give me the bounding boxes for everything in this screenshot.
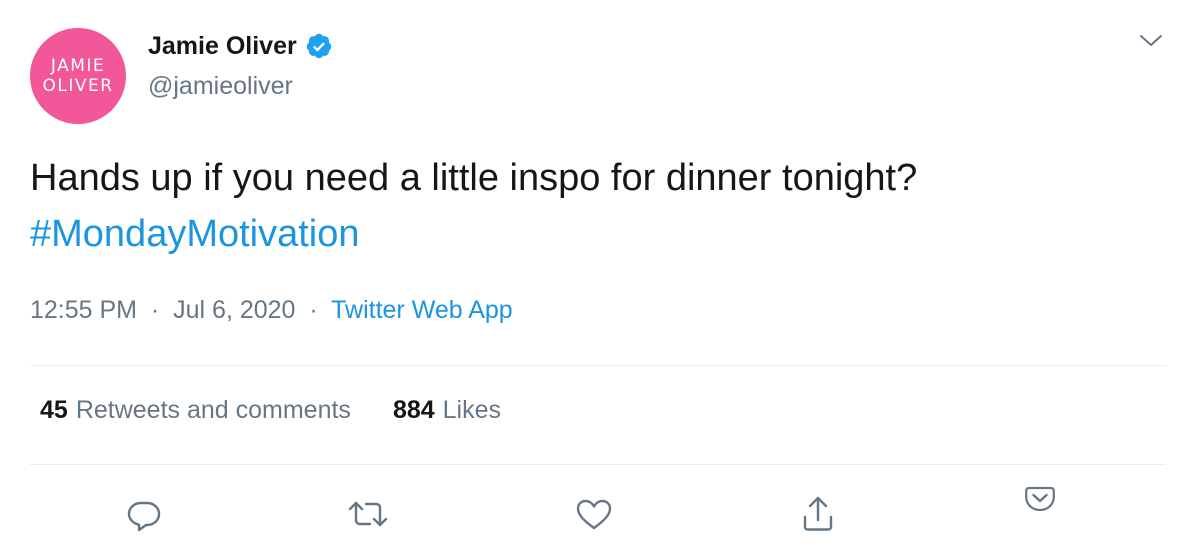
meta-separator: · (302, 296, 325, 324)
share-icon (803, 496, 833, 531)
divider (30, 365, 1166, 366)
likes-label: Likes (442, 396, 502, 424)
like-button[interactable] (572, 492, 616, 536)
likes-count: 884 (392, 396, 435, 424)
heart-icon (576, 499, 612, 530)
author-name-row[interactable]: Jamie Oliver (148, 28, 333, 64)
reply-icon (127, 501, 161, 532)
verified-badge-icon (306, 33, 331, 59)
avatar-text-line1: JAMIE (50, 56, 106, 76)
tweet-card: JAMIE OLIVER Jamie Oliver @jamieoliver H… (0, 0, 1192, 556)
chevron-down-icon[interactable] (1138, 30, 1164, 50)
retweet-button[interactable] (346, 492, 390, 536)
hashtag-link[interactable]: #MondayMotivation (30, 206, 1160, 262)
retweet-icon (348, 501, 388, 527)
reply-button[interactable] (122, 492, 166, 536)
pocket-button[interactable] (1018, 476, 1062, 520)
pocket-icon (1025, 486, 1055, 512)
tweet-stats: 45 Retweets and comments 884 Likes (40, 396, 501, 425)
retweets-stat[interactable]: 45 Retweets and comments (40, 396, 351, 425)
tweet-time[interactable]: 12:55 PM (30, 296, 137, 324)
share-button[interactable] (796, 492, 840, 536)
tweet-source-link[interactable]: Twitter Web App (331, 296, 513, 324)
tweet-text-body: Hands up if you need a little inspo for … (30, 157, 918, 199)
retweets-count: 45 (40, 396, 68, 424)
tweet-meta: 12:55 PM · Jul 6, 2020 · Twitter Web App (30, 296, 513, 325)
tweet-date[interactable]: Jul 6, 2020 (173, 296, 295, 324)
avatar-text-line2: OLIVER (42, 76, 114, 96)
retweets-label: Retweets and comments (75, 396, 351, 424)
avatar[interactable]: JAMIE OLIVER (30, 28, 126, 124)
meta-separator: · (143, 296, 167, 324)
tweet-text: Hands up if you need a little inspo for … (30, 150, 1160, 262)
likes-stat[interactable]: 884 Likes (393, 396, 501, 425)
divider (30, 464, 1166, 465)
author-display-name[interactable]: Jamie Oliver (148, 32, 297, 61)
author-handle[interactable]: @jamieoliver (148, 72, 293, 101)
